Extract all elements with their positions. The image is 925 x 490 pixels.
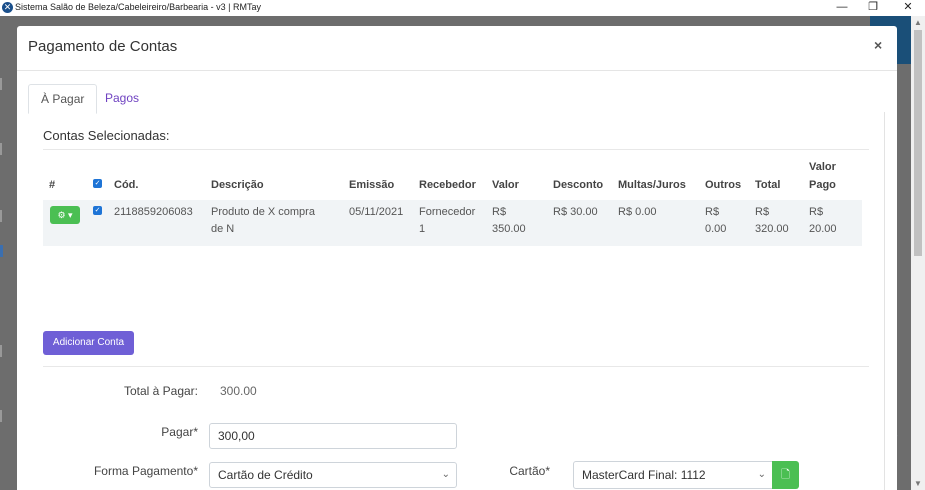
forma-pagamento-label: Forma Pagamento* (93, 464, 198, 478)
table-row[interactable]: ⚙ ▾ ✓ 2118859206083 Produto de X compra … (43, 200, 862, 246)
cell-valor-pago-line1: R$ (809, 206, 824, 218)
cell-total-line2: 320.00 (755, 223, 789, 235)
pagar-input[interactable]: 300,00 (209, 423, 457, 449)
th-outros: Outros (705, 179, 742, 191)
th-emissao: Emissão (349, 179, 395, 191)
cartao-label: Cartão* (509, 464, 550, 478)
modal-tabs: À Pagar Pagos (28, 84, 888, 114)
modal-title: Pagamento de Contas (28, 38, 178, 55)
th-cod: Cód. (114, 179, 139, 191)
th-recebedor: Recebedor (419, 179, 476, 191)
th-descricao: Descrição (211, 179, 264, 191)
section-divider (43, 149, 869, 150)
modal-header-divider (17, 70, 897, 71)
select-all-checkbox[interactable]: ✓ (93, 179, 102, 188)
cell-cod: 2118859206083 (114, 206, 193, 218)
background-sidebar-item (0, 410, 18, 422)
document-icon: 🗋 (781, 469, 790, 481)
total-value: 300.00 (220, 384, 257, 398)
gear-icon: ⚙ (57, 210, 66, 220)
cell-valor-line1: R$ (492, 206, 507, 218)
background-sidebar-item (0, 143, 18, 155)
chevron-down-icon: ⌄ (757, 469, 766, 480)
cell-recebedor-line2: 1 (419, 223, 426, 235)
th-valor-pago-line1: Valor (809, 161, 836, 173)
window-titlebar: ✕ Sistema Salão de Beleza/Cabeleireiro/B… (0, 0, 925, 16)
maximize-button[interactable]: ❐ (858, 0, 888, 16)
section-title: Contas Selecionadas: (43, 128, 170, 143)
chevron-down-icon: ⌄ (441, 469, 450, 480)
close-window-button[interactable]: ✕ (893, 0, 923, 16)
cartao-select[interactable]: MasterCard Final: 1112 ⌄ (573, 461, 773, 489)
background-sidebar-item (0, 210, 18, 222)
th-hash: # (49, 179, 56, 191)
th-valor-pago-line2: Pago (809, 179, 836, 191)
cell-recebedor-line1: Fornecedor (419, 206, 476, 218)
pagar-input-value: 300,00 (218, 429, 255, 443)
add-account-button[interactable]: Adicionar Conta (43, 331, 134, 355)
cell-multas-juros: R$ 0.00 (618, 206, 657, 218)
cell-descricao-line2: de N (211, 223, 235, 235)
scrollbar-thumb[interactable] (914, 30, 922, 256)
window-title: Sistema Salão de Beleza/Cabeleireiro/Bar… (15, 2, 261, 12)
cell-descricao-line1: Produto de X compra (211, 206, 315, 218)
th-desconto: Desconto (553, 179, 604, 191)
app-icon: ✕ (2, 2, 13, 13)
background-sidebar-item (0, 78, 18, 90)
card-details-button[interactable]: 🗋 (772, 461, 799, 489)
background-sidebar-item (0, 345, 18, 357)
form-divider (43, 366, 869, 367)
row-select-checkbox[interactable]: ✓ (93, 206, 102, 215)
page-scrollbar[interactable]: ▲ ▼ (911, 16, 925, 490)
row-actions-button[interactable]: ⚙ ▾ (50, 206, 80, 224)
forma-pagamento-value: Cartão de Crédito (218, 468, 313, 482)
cell-total-line1: R$ (755, 206, 770, 218)
tab-a-pagar[interactable]: À Pagar (28, 84, 98, 114)
scroll-up-icon[interactable]: ▲ (914, 18, 922, 27)
th-multas-juros: Multas/Juros (618, 179, 686, 191)
total-label: Total à Pagar: (123, 384, 198, 398)
cell-outros-line1: R$ (705, 206, 720, 218)
cell-desconto: R$ 30.00 (553, 206, 598, 218)
forma-pagamento-select[interactable]: Cartão de Crédito ⌄ (209, 462, 457, 488)
cell-valor-line2: 350.00 (492, 223, 526, 235)
modal-close-button[interactable]: × (874, 37, 882, 53)
chevron-down-icon: ▾ (68, 210, 73, 220)
tab-panel-a-pagar: Contas Selecionadas: # ✓ Cód. Descrição … (28, 112, 885, 490)
tab-pagos[interactable]: Pagos (93, 84, 151, 112)
minimize-button[interactable]: — (827, 0, 857, 16)
scroll-down-icon[interactable]: ▼ (914, 479, 922, 488)
th-total: Total (755, 179, 781, 191)
cell-emissao: 05/11/2021 (349, 206, 404, 218)
cartao-value: MasterCard Final: 1112 (582, 468, 706, 482)
pagar-label: Pagar* (161, 425, 198, 439)
payment-modal: Pagamento de Contas × À Pagar Pagos Cont… (17, 26, 897, 490)
cell-valor-pago-line2: 20.00 (809, 223, 837, 235)
cell-outros-line2: 0.00 (705, 223, 727, 235)
th-valor: Valor (492, 179, 519, 191)
